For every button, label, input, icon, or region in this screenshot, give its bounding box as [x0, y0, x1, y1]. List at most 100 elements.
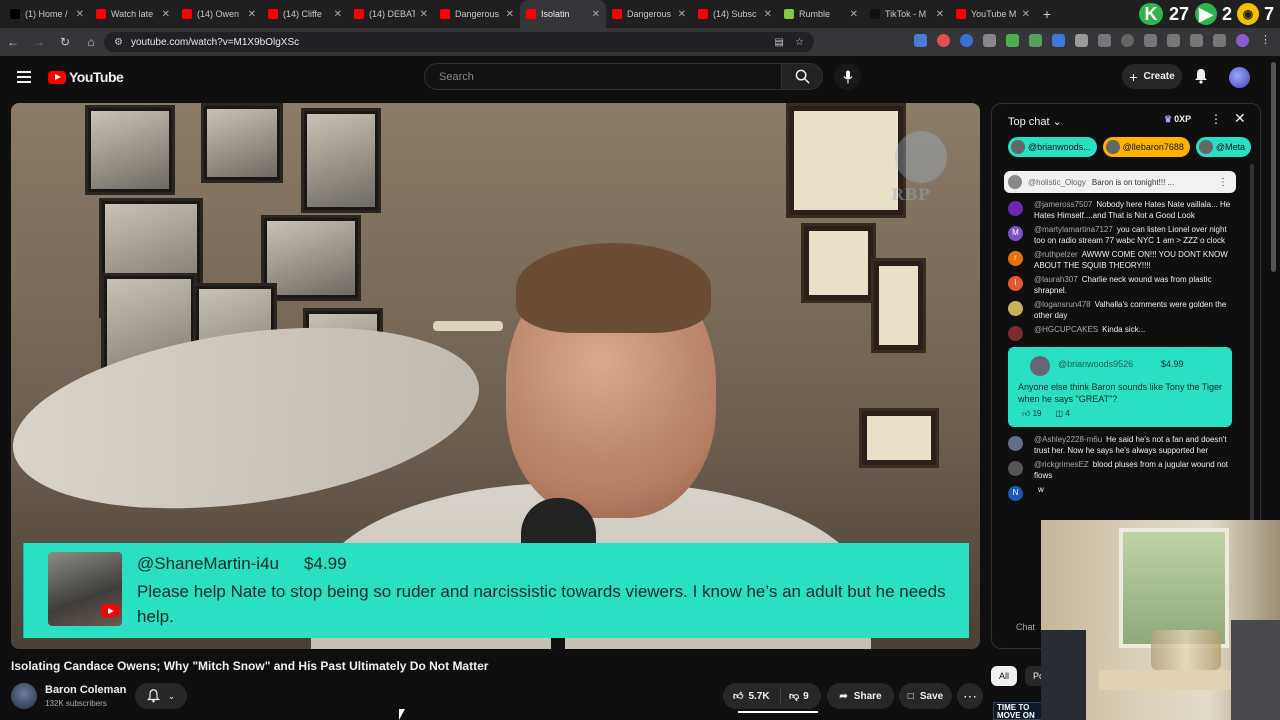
close-chat-icon[interactable]: ✕: [1234, 110, 1246, 127]
tab-label: (14) Cliffe: [283, 9, 322, 19]
history-icon[interactable]: [1121, 34, 1134, 47]
chat-message-list: @jameross7507 Nobody here Hates Nate vail…: [1008, 200, 1240, 507]
chat-message[interactable]: @logansrun478 Valhalla's comments were go…: [1008, 300, 1240, 321]
browser-tab[interactable]: Watch late ✕: [90, 0, 176, 28]
filter-chip[interactable]: All: [991, 666, 1018, 686]
pinned-message[interactable]: @holistic_Ology Baron is on tonight!!! .…: [1004, 171, 1236, 193]
kick-extension-icon[interactable]: K: [1139, 3, 1163, 25]
tab-close-icon[interactable]: ✕: [506, 9, 514, 20]
voice-search-button[interactable]: [834, 63, 861, 90]
extension-icon-3[interactable]: [960, 34, 973, 47]
home-icon[interactable]: ⌂: [84, 35, 98, 49]
browser-menu-icon[interactable]: ⋮: [1259, 34, 1272, 47]
sidepanel-icon[interactable]: [1190, 34, 1203, 47]
superchat-card[interactable]: @brianwoods9526 $4.99 Anyone else think Ba…: [1008, 347, 1232, 427]
dislike-button[interactable]: 👎︎ 9: [781, 690, 809, 703]
related-video-thumbnail[interactable]: TIME TO MOVE ON: [993, 702, 1043, 720]
chat-user-pill[interactable]: @brianwoods...: [1008, 137, 1097, 157]
address-bar[interactable]: ⚙ youtube.com/watch?v=M1X9bOlgXSc ▤ ☆: [104, 32, 814, 52]
tab-close-icon[interactable]: ✕: [162, 9, 170, 20]
downloads-icon[interactable]: [1213, 34, 1226, 47]
chat-menu-icon[interactable]: ⋮: [1210, 112, 1222, 126]
puzzle-extensions-icon[interactable]: [1098, 34, 1111, 47]
chat-message[interactable]: M @martylamartina7127 you can listen Lione…: [1008, 225, 1240, 246]
extension-face-icon[interactable]: ◉: [1237, 3, 1259, 25]
tab-close-icon[interactable]: ✕: [592, 9, 600, 20]
install-app-icon[interactable]: ▤: [775, 37, 784, 48]
chat-message[interactable]: r @ruthpelzer AWWW COME ON!!! YOU DONT KNO…: [1008, 250, 1240, 271]
page-scrollbar[interactable]: [1271, 62, 1276, 272]
browser-tab[interactable]: Rumble ✕: [778, 0, 864, 28]
tab-close-icon[interactable]: ✕: [420, 9, 428, 20]
browser-tab[interactable]: Dangerous ✕: [434, 0, 520, 28]
browser-tab[interactable]: (14) Cliffe ✕: [262, 0, 348, 28]
back-arrow-icon[interactable]: ←: [6, 35, 20, 49]
tab-close-icon[interactable]: ✕: [764, 9, 772, 20]
tab-close-icon[interactable]: ✕: [334, 9, 342, 20]
superchat-message: Please help Nate to stop being so ruder …: [137, 582, 946, 626]
browser-tab[interactable]: (1) Home / ✕: [4, 0, 90, 28]
superchat-like-button[interactable]: 👍︎ 19: [1022, 409, 1042, 419]
browser-tab[interactable]: (14) Subsc ✕: [692, 0, 778, 28]
extension-icon-6[interactable]: [1029, 34, 1042, 47]
chat-message[interactable]: @Ashley2228-m6u He said he's not a fan an…: [1008, 435, 1240, 456]
browser-tab[interactable]: (14) Owen ✕: [176, 0, 262, 28]
tab-close-icon[interactable]: ✕: [850, 9, 858, 20]
search-input[interactable]: Search: [424, 63, 782, 90]
extension-icon-8[interactable]: [1075, 34, 1088, 47]
chat-user-pill[interactable]: @Meta: [1195, 137, 1252, 157]
more-actions-button[interactable]: ⋯: [957, 683, 983, 709]
bookmark-star-icon[interactable]: ☆: [795, 37, 804, 48]
chat-text: w: [1038, 485, 1044, 494]
channel-name[interactable]: Baron Coleman: [45, 684, 126, 696]
chat-message[interactable]: @HGCUPCAKES Kinda sick...: [1008, 325, 1240, 343]
create-button[interactable]: + Create: [1122, 64, 1182, 89]
new-tab-icon[interactable]: +: [1036, 6, 1058, 22]
subscription-bell-button[interactable]: ⌄: [135, 683, 187, 709]
save-button[interactable]: □ Save: [899, 683, 952, 709]
superchat-reply-button[interactable]: ◫ 4: [1056, 409, 1070, 419]
xp-badge[interactable]: ♛ 0XP: [1164, 114, 1191, 125]
chat-message[interactable]: l @laurah307 Charlie neck wound was from p…: [1008, 275, 1240, 296]
extension-icon-7[interactable]: [1052, 34, 1065, 47]
browser-tab[interactable]: YouTube M ✕: [950, 0, 1036, 28]
devtools-icon[interactable]: [1167, 34, 1180, 47]
tab-close-icon[interactable]: ✕: [936, 9, 944, 20]
top-chat-dropdown[interactable]: Top chat ⌄: [1008, 115, 1062, 128]
hamburger-menu-icon[interactable]: [17, 71, 31, 83]
browser-tab[interactable]: Isolatin ✕: [520, 0, 606, 28]
extension-icon-2[interactable]: [937, 34, 950, 47]
chat-input[interactable]: Chat: [1016, 622, 1035, 632]
tab-favicon-icon: [354, 9, 364, 19]
pinned-menu-icon[interactable]: ⋮: [1218, 177, 1228, 188]
share-button[interactable]: ➦ Share: [827, 683, 894, 709]
extension-icon-9[interactable]: [1144, 34, 1157, 47]
site-info-icon[interactable]: ⚙: [114, 37, 123, 48]
browser-tab[interactable]: TikTok - M ✕: [864, 0, 950, 28]
profile-avatar-icon[interactable]: [1236, 34, 1249, 47]
browser-tab[interactable]: (14) DEBAT ✕: [348, 0, 434, 28]
like-button[interactable]: 👍︎ 5.7K: [723, 688, 781, 704]
chat-message[interactable]: Nw: [1008, 485, 1240, 503]
rumble-play-icon[interactable]: ▶: [1195, 3, 1217, 25]
tab-close-icon[interactable]: ✕: [678, 9, 686, 20]
youtube-logo[interactable]: YouTube: [48, 69, 124, 85]
forward-arrow-icon[interactable]: →: [32, 35, 46, 49]
extension-icon-1[interactable]: [914, 34, 927, 47]
account-avatar[interactable]: [1229, 67, 1250, 88]
more-dots-icon: ⋯: [963, 687, 977, 704]
chat-message[interactable]: @jameross7507 Nobody here Hates Nate vail…: [1008, 200, 1240, 221]
browser-tab[interactable]: Dangerous ✕: [606, 0, 692, 28]
tab-close-icon[interactable]: ✕: [76, 9, 84, 20]
extension-icon-5[interactable]: [1006, 34, 1019, 47]
reload-icon[interactable]: ↻: [58, 35, 72, 49]
youtube-play-badge-icon: [101, 604, 119, 617]
extension-icon-4[interactable]: [983, 34, 996, 47]
chat-message[interactable]: @rickgrimesEZ blood pluses from a jugular…: [1008, 460, 1240, 481]
tab-close-icon[interactable]: ✕: [1022, 9, 1030, 20]
tab-close-icon[interactable]: ✕: [248, 9, 256, 20]
search-button[interactable]: [781, 63, 823, 90]
notifications-bell-icon[interactable]: [1194, 68, 1208, 89]
chat-user-pill[interactable]: @llebaron7688: [1102, 137, 1190, 157]
channel-avatar[interactable]: [11, 683, 37, 709]
